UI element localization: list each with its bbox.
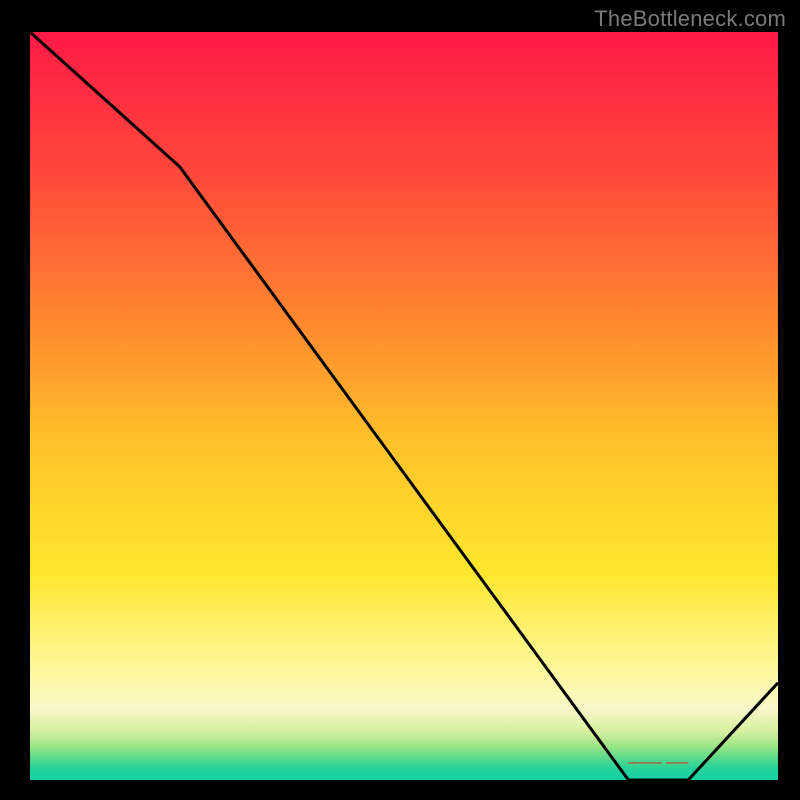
frame-right bbox=[778, 0, 800, 800]
plot-background bbox=[30, 32, 778, 780]
chart-container: TheBottleneck.com ——— —— bbox=[0, 0, 800, 800]
frame-bottom bbox=[0, 780, 800, 800]
watermark-text: TheBottleneck.com bbox=[594, 6, 786, 32]
trough-label: ——— —— bbox=[628, 757, 689, 769]
bottleneck-chart: ——— —— bbox=[0, 0, 800, 800]
frame-left bbox=[0, 0, 30, 800]
